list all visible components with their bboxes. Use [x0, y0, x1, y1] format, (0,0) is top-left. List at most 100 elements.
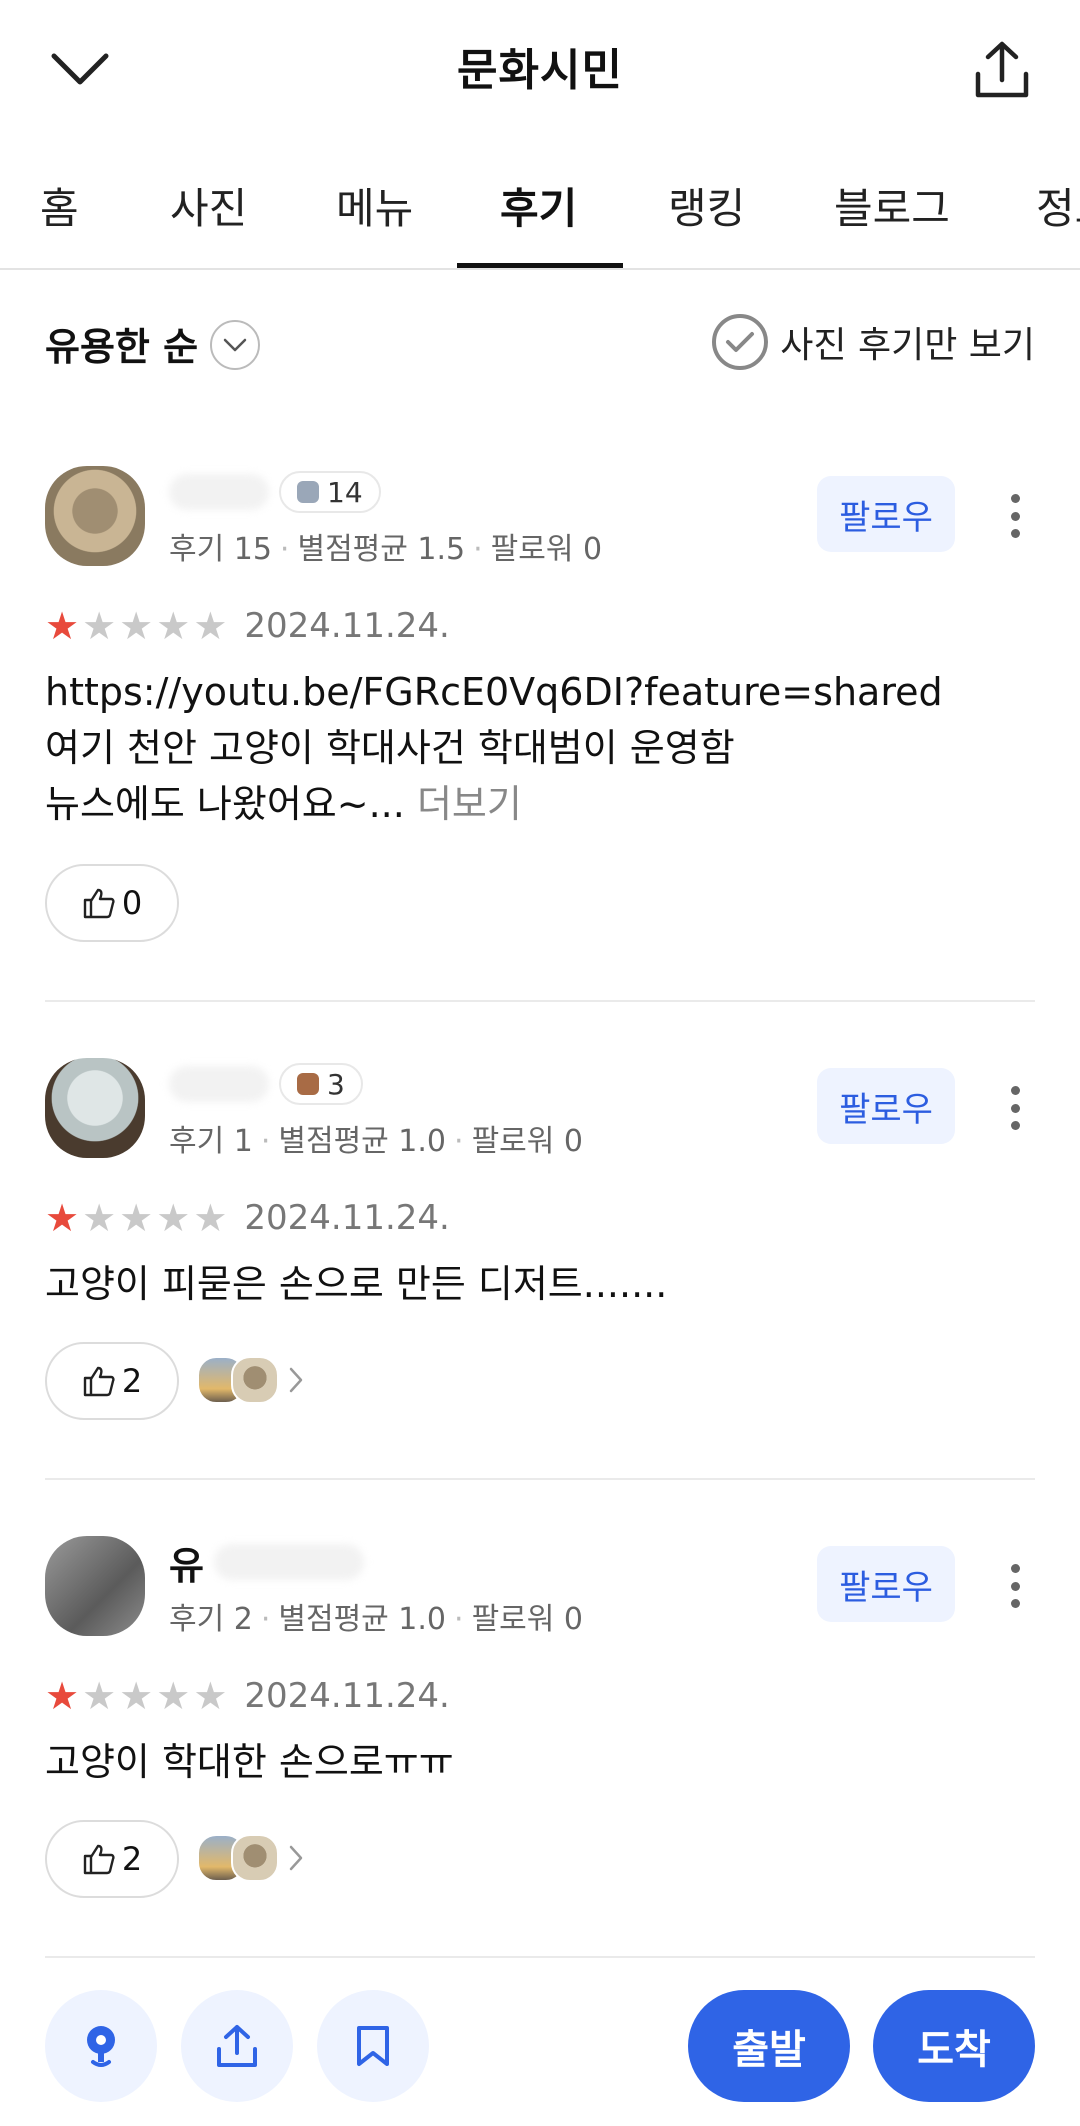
- chevron-right-icon: [289, 1367, 303, 1393]
- depart-button[interactable]: 출발: [688, 1990, 850, 2102]
- review-line: 고양이 학대한 손으로ㅠㅠ: [45, 1740, 454, 1784]
- bookmark-icon: [357, 2026, 389, 2066]
- tab-bar: 홈 사진 메뉴 후기 랭킹 블로그 정보: [0, 135, 1080, 270]
- follow-button[interactable]: 팔로우: [817, 476, 955, 552]
- level-badge: 3: [279, 1063, 363, 1105]
- review-item: 유 후기 2 · 별점평균 1.0 · 팔로워 0 팔로우 ★ ★ ★ ★ ★ 2024…: [45, 1536, 1035, 1916]
- review-line: 여기 천안 고양이 학대사건 학대범이 운영함: [45, 726, 735, 770]
- review-count: 후기 15: [169, 532, 272, 567]
- share-icon: [975, 41, 1029, 98]
- star-empty-icon: ★: [156, 1196, 191, 1240]
- header: 문화시민: [0, 0, 1080, 135]
- thumbs-up-icon: [83, 888, 115, 919]
- avatar[interactable]: [45, 466, 145, 566]
- tab-menu[interactable]: 메뉴: [336, 175, 413, 236]
- star-empty-icon: ★: [119, 1196, 154, 1240]
- chevron-down-icon: [223, 338, 247, 352]
- like-button[interactable]: 2: [45, 1342, 179, 1420]
- level-value: 14: [327, 475, 363, 509]
- rating-average: 별점평균 1.5: [297, 532, 466, 567]
- map-pin-icon: [87, 2026, 115, 2067]
- rating-average: 별점평균 1.0: [278, 1124, 447, 1159]
- level-icon: [297, 1073, 319, 1095]
- share-place-button[interactable]: [181, 1990, 293, 2102]
- review-text[interactable]: 고양이 피묻은 손으로 만든 디저트.......: [45, 1256, 667, 1312]
- review-line: 고양이 피묻은 손으로 만든 디저트.......: [45, 1262, 668, 1306]
- page-title: 문화시민: [457, 45, 623, 96]
- avatar[interactable]: [45, 1536, 145, 1636]
- reviewer-name-redacted: [213, 1544, 364, 1580]
- reviewer-name-row[interactable]: 3: [169, 1060, 363, 1108]
- sort-dropdown-button[interactable]: [210, 320, 260, 370]
- like-button[interactable]: 2: [45, 1820, 179, 1898]
- review-date: 2024.11.24.: [244, 606, 450, 646]
- arrive-button[interactable]: 도착: [873, 1990, 1035, 2102]
- review-text[interactable]: https://youtu.be/FGRcE0Vq6DI?feature=sha…: [45, 664, 943, 832]
- like-count: 2: [121, 1362, 143, 1400]
- share-button[interactable]: [962, 30, 1042, 110]
- sort-bar: 유용한 순 사진 후기만 보기: [0, 300, 1080, 380]
- rating-average: 별점평균 1.0: [278, 1602, 447, 1637]
- tab-home[interactable]: 홈: [40, 175, 79, 236]
- follow-button[interactable]: 팔로우: [817, 1546, 955, 1622]
- star-filled-icon: ★: [45, 604, 80, 648]
- check-circle-icon: [712, 314, 769, 370]
- follower-count: 팔로워 0: [490, 532, 603, 567]
- divider: [45, 1000, 1035, 1002]
- review-text[interactable]: 고양이 학대한 손으로ㅠㅠ: [45, 1734, 454, 1790]
- sort-label[interactable]: 유용한 순: [45, 316, 198, 371]
- level-icon: [297, 481, 319, 503]
- like-button[interactable]: 0: [45, 864, 179, 942]
- street-view-button[interactable]: [45, 1990, 157, 2102]
- star-filled-icon: ★: [45, 1674, 80, 1718]
- star-empty-icon: ★: [82, 1196, 117, 1240]
- review-item: 3 후기 1 · 별점평균 1.0 · 팔로워 0 팔로우 ★ ★ ★ ★ ★ 2024…: [45, 1058, 1035, 1438]
- avatar[interactable]: [45, 1058, 145, 1158]
- tab-reviews[interactable]: 후기: [500, 175, 577, 236]
- star-empty-icon: ★: [82, 1674, 117, 1718]
- review-count: 후기 2: [169, 1602, 253, 1637]
- active-tab-indicator: [457, 263, 623, 268]
- photo-only-toggle[interactable]: 사진 후기만 보기: [712, 314, 1035, 370]
- tab-photos[interactable]: 사진: [170, 175, 247, 236]
- bookmark-button[interactable]: [317, 1990, 429, 2102]
- star-filled-icon: ★: [45, 1196, 80, 1240]
- read-more-link[interactable]: 더보기: [417, 782, 522, 826]
- star-empty-icon: ★: [156, 1674, 191, 1718]
- reviewer-name-row[interactable]: 14: [169, 468, 381, 516]
- thumbs-up-icon: [83, 1844, 115, 1875]
- photo-thumbnails[interactable]: [197, 1834, 303, 1882]
- reviewer-meta: 후기 2 · 별점평균 1.0 · 팔로워 0: [169, 1602, 584, 1637]
- more-options-icon[interactable]: [995, 486, 1035, 546]
- star-empty-icon: ★: [119, 604, 154, 648]
- more-options-icon[interactable]: [995, 1556, 1035, 1616]
- more-options-icon[interactable]: [995, 1078, 1035, 1138]
- divider: [45, 1956, 1035, 1958]
- reviewer-name-redacted: [169, 1066, 269, 1102]
- share-icon: [217, 2025, 257, 2067]
- tab-blog[interactable]: 블로그: [834, 175, 950, 236]
- like-count: 2: [121, 1840, 143, 1878]
- star-empty-icon: ★: [82, 604, 117, 648]
- photo-only-label: 사진 후기만 보기: [780, 325, 1035, 366]
- reviewer-name-row[interactable]: 유: [169, 1538, 364, 1588]
- level-badge: 14: [279, 471, 381, 513]
- follow-button[interactable]: 팔로우: [817, 1068, 955, 1144]
- review-line: 뉴스에도 나왔어요~...: [45, 782, 405, 826]
- star-empty-icon: ★: [193, 1196, 228, 1240]
- review-date: 2024.11.24.: [244, 1676, 450, 1716]
- follower-count: 팔로워 0: [471, 1602, 584, 1637]
- rating-stars: ★ ★ ★ ★ ★ 2024.11.24.: [45, 1676, 450, 1716]
- reviewer-meta: 후기 15 · 별점평균 1.5 · 팔로워 0: [169, 532, 603, 567]
- photo-thumbnail: [231, 1834, 279, 1882]
- rating-stars: ★ ★ ★ ★ ★ 2024.11.24.: [45, 1198, 450, 1238]
- review-line: https://youtu.be/FGRcE0Vq6DI?feature=sha…: [45, 670, 943, 714]
- photo-thumbnails[interactable]: [197, 1356, 303, 1404]
- reviewer-name-redacted: [169, 474, 269, 510]
- tab-ranking[interactable]: 랭킹: [668, 175, 745, 236]
- reviewer-name: 유: [169, 1543, 204, 1588]
- thumbs-up-icon: [83, 1366, 115, 1397]
- photo-thumbnail: [231, 1356, 279, 1404]
- star-empty-icon: ★: [156, 604, 191, 648]
- tab-info[interactable]: 정보: [1036, 175, 1080, 236]
